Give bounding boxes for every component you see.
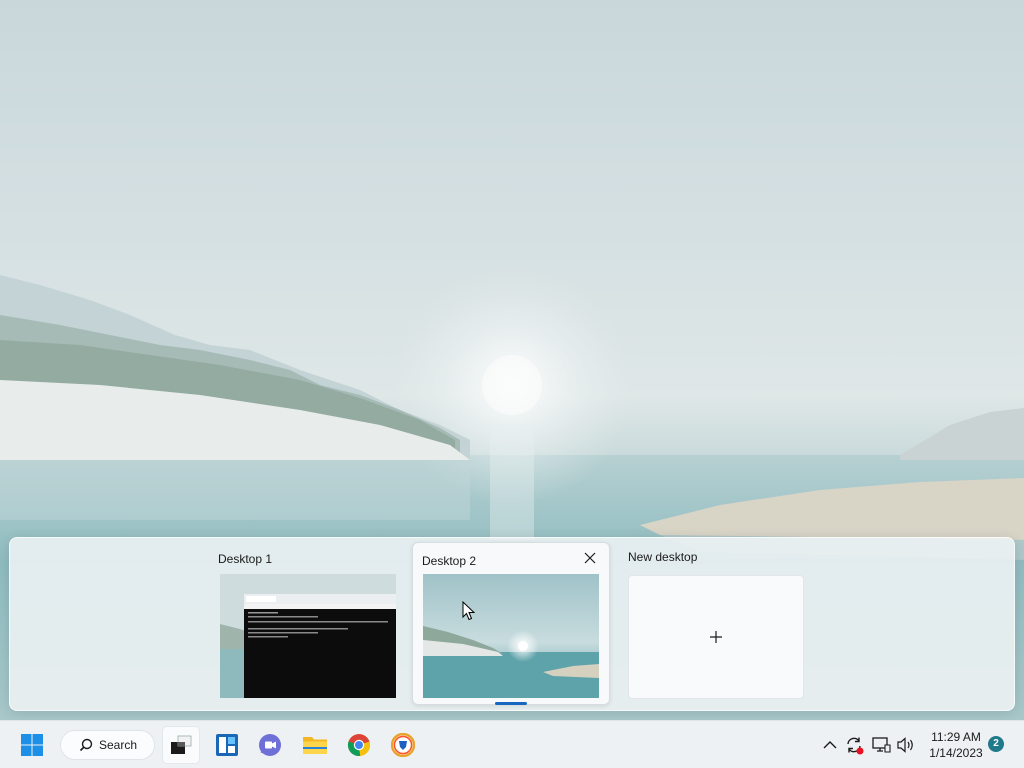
desktop-2-thumbnail[interactable] [423,574,599,698]
new-desktop-button[interactable] [628,575,804,699]
widgets-icon [216,734,238,756]
plus-icon [710,631,722,643]
close-desktop-button[interactable] [582,550,598,566]
network-icon [872,737,891,753]
clock-date: 1/14/2023 [929,746,983,760]
brave-button[interactable] [385,727,421,763]
task-view-button[interactable] [163,727,199,763]
mouse-cursor-icon [462,601,476,621]
new-desktop-card[interactable]: New desktop [626,544,806,706]
clock-time: 11:29 AM [931,730,981,744]
desktop-1-label: Desktop 1 [218,552,273,566]
file-explorer-button[interactable] [297,727,333,763]
network-button[interactable] [869,733,893,757]
desktop-1-card[interactable]: Desktop 1 [217,544,399,706]
chrome-button[interactable] [341,727,377,763]
sync-status-button[interactable] [842,733,866,757]
search-label: Search [99,738,138,752]
task-view-panel: Desktop 1 Desktop 2 New desktop [9,537,1015,711]
show-hidden-icons-button[interactable] [818,733,842,757]
current-desktop-indicator [495,702,527,705]
file-explorer-icon [303,737,327,754]
clock[interactable]: 11:29 AM 1/14/2023 [920,729,992,761]
sync-icon [847,737,864,755]
chrome-icon [347,734,371,757]
start-button[interactable] [14,727,50,763]
desktop-2-label: Desktop 2 [422,554,477,568]
taskbar-search[interactable]: Search [60,730,155,760]
teams-chat-icon [259,734,281,756]
chevron-up-icon [823,741,837,749]
widgets-button[interactable] [209,727,245,763]
desktop-2-card[interactable]: Desktop 2 [412,542,610,705]
windows-start-icon [21,734,43,756]
new-desktop-label: New desktop [628,550,698,564]
teams-chat-button[interactable] [252,727,288,763]
volume-button[interactable] [894,733,918,757]
volume-icon [897,737,913,753]
task-view-icon [171,735,192,754]
search-icon [79,738,93,752]
brave-icon [391,733,415,757]
notification-badge[interactable]: 2 [988,736,1004,752]
close-icon [584,552,596,564]
taskbar: Search 11:29 AM 1/14/2023 2 [0,720,1024,768]
desktop-1-thumbnail[interactable] [220,574,396,698]
